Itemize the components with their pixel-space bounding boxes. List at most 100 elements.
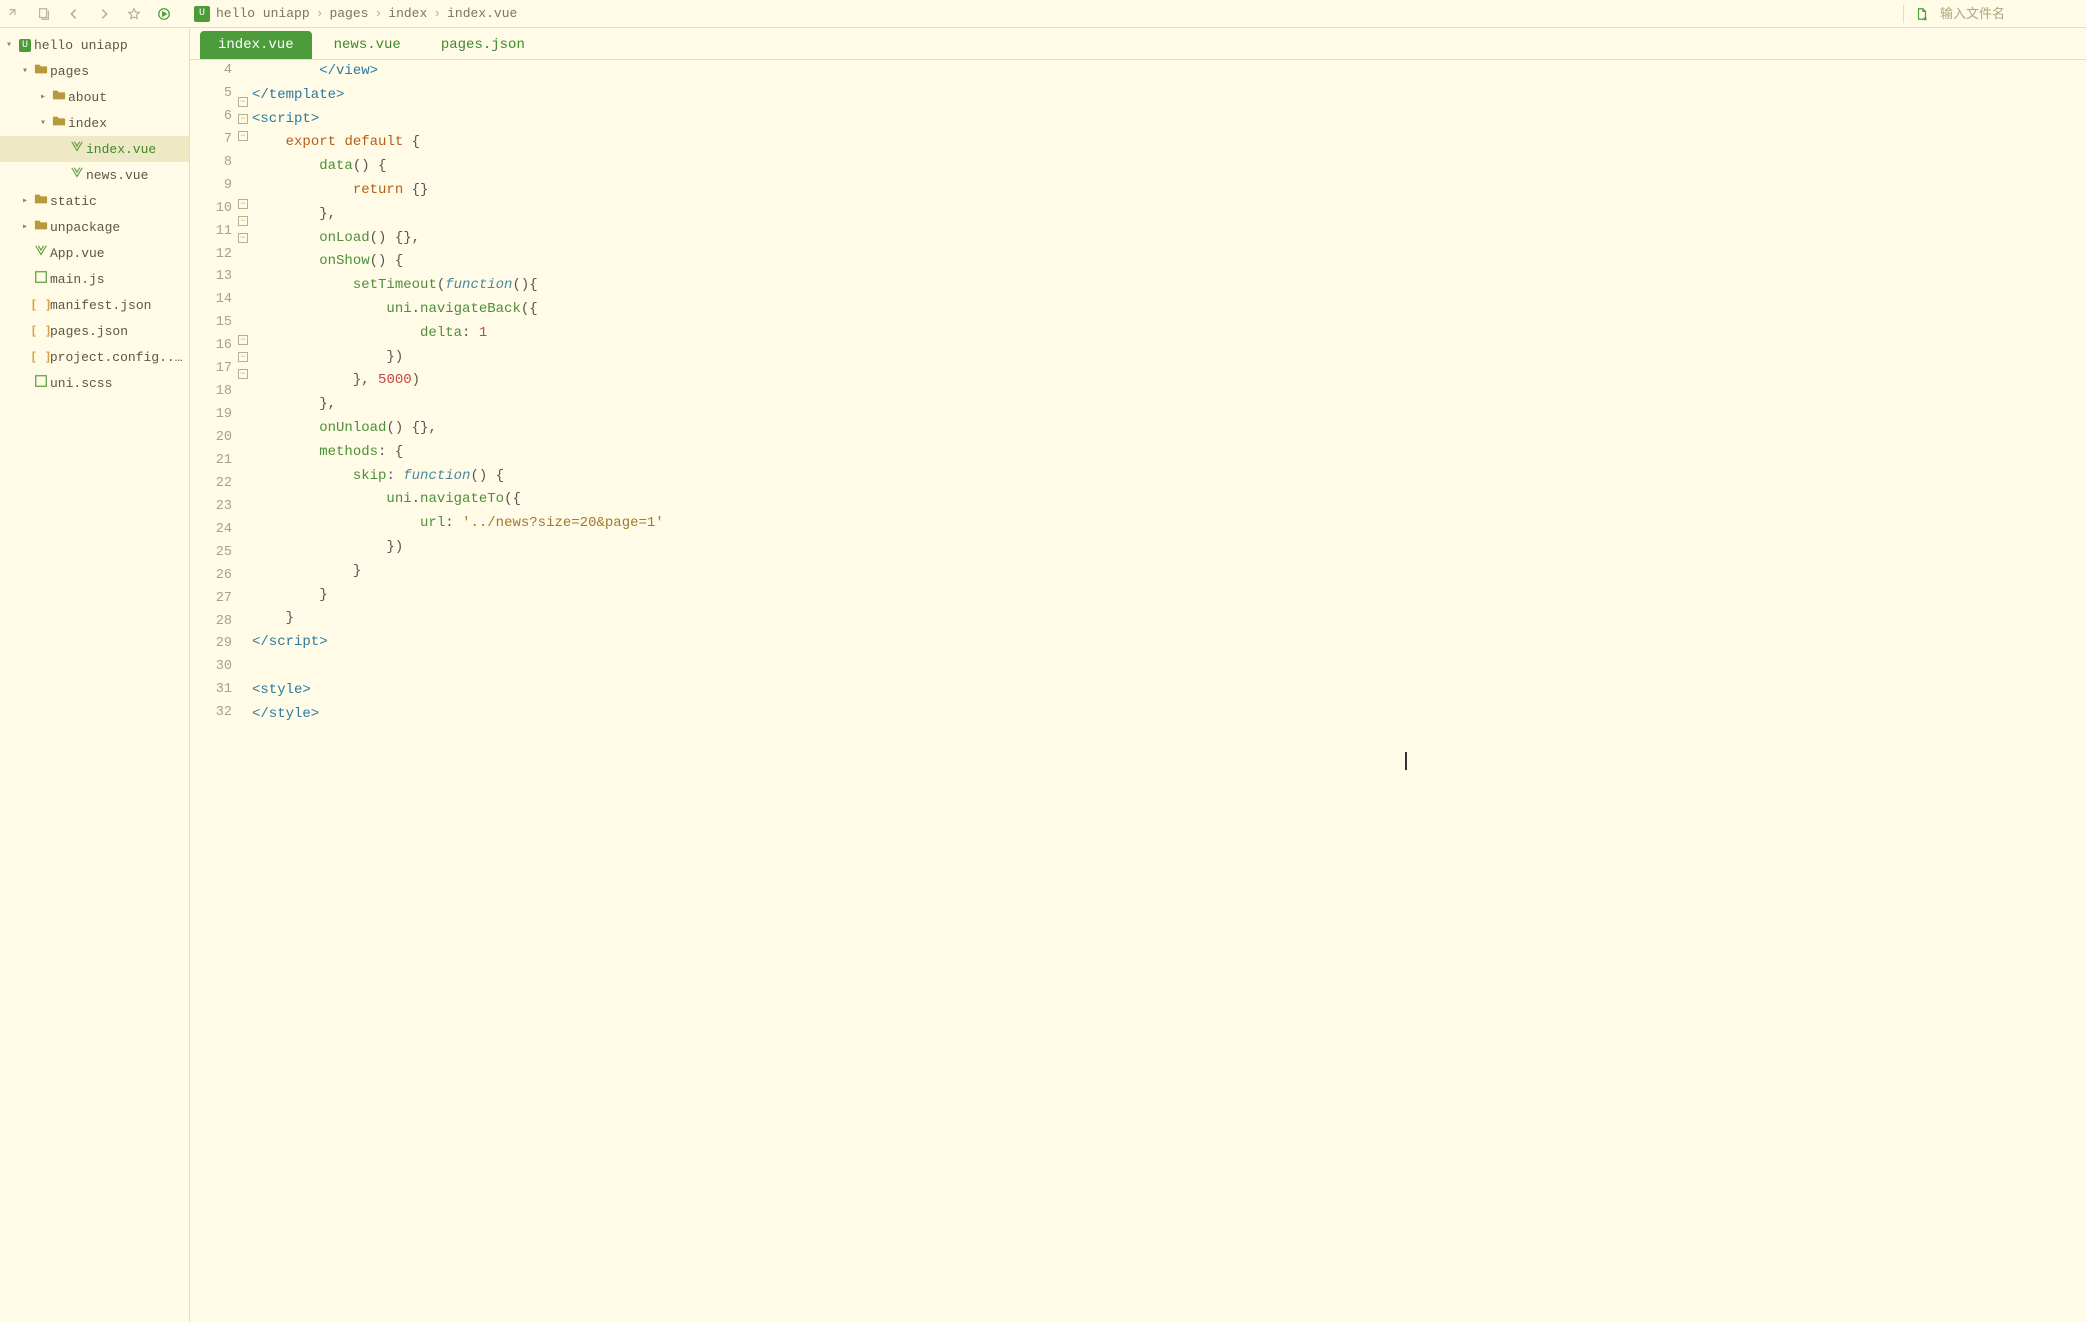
file-type-icon <box>68 140 86 158</box>
fold-toggle <box>238 434 252 451</box>
fold-toggle <box>238 145 252 162</box>
tree-folder[interactable]: ▾Uhello uniapp <box>0 32 189 58</box>
file-type-icon: [ ] <box>32 350 50 364</box>
fold-toggle[interactable]: − <box>238 128 252 145</box>
chevron-right-icon: › <box>433 6 441 21</box>
tree-file[interactable]: [ ]manifest.json <box>0 292 189 318</box>
fold-toggle <box>238 519 252 536</box>
fold-toggle <box>238 298 252 315</box>
fold-toggle <box>238 400 252 417</box>
tree-label: pages.json <box>50 324 128 339</box>
tree-file[interactable]: index.vue <box>0 136 189 162</box>
breadcrumb-item[interactable]: index.vue <box>447 6 517 21</box>
tree-label: project.config.... <box>50 350 189 365</box>
chevron-right-icon: › <box>374 6 382 21</box>
fold-toggle <box>238 179 252 196</box>
breadcrumb-item[interactable]: index <box>388 6 427 21</box>
chevron-icon[interactable]: ▸ <box>18 221 32 233</box>
file-type-icon: [ ] <box>32 324 50 338</box>
fold-toggle <box>238 451 252 468</box>
tree-folder[interactable]: ▾ index <box>0 110 189 136</box>
chevron-icon[interactable]: ▾ <box>36 117 50 129</box>
fold-toggle <box>238 383 252 400</box>
run-icon[interactable] <box>156 6 172 22</box>
fold-toggle <box>238 417 252 434</box>
fold-toggle <box>238 77 252 94</box>
fold-toggle <box>238 315 252 332</box>
tree-label: index <box>68 116 107 131</box>
fold-toggle <box>238 485 252 502</box>
code-content[interactable]: </view></template><script> export defaul… <box>252 60 2086 1322</box>
tree-label: manifest.json <box>50 298 151 313</box>
chevron-right-icon: › <box>316 6 324 21</box>
divider <box>1903 5 1904 23</box>
tree-label: unpackage <box>50 220 120 235</box>
file-type-icon: [ ] <box>32 298 50 312</box>
file-type-icon <box>32 62 50 80</box>
star-icon[interactable] <box>126 6 142 22</box>
file-type-icon <box>32 374 50 392</box>
tree-file[interactable]: main.js <box>0 266 189 292</box>
chevron-icon[interactable]: ▸ <box>18 195 32 207</box>
fold-toggle <box>238 247 252 264</box>
file-type-icon: U <box>16 39 34 52</box>
editor-tab[interactable]: news.vue <box>316 31 419 59</box>
fold-column[interactable]: −−−−−−−−− <box>238 60 252 1322</box>
fold-toggle <box>238 264 252 281</box>
tree-file[interactable]: uni.scss <box>0 370 189 396</box>
tree-folder[interactable]: ▸ static <box>0 188 189 214</box>
breadcrumb-item[interactable]: pages <box>329 6 368 21</box>
file-type-icon <box>68 166 86 184</box>
search-input[interactable] <box>1940 6 2080 21</box>
file-tree[interactable]: ▾Uhello uniapp▾pages▸about▾indexindex.vu… <box>0 28 190 1322</box>
nav-back-icon[interactable] <box>66 6 82 22</box>
fold-toggle[interactable]: − <box>238 111 252 128</box>
file-type-icon <box>32 270 50 288</box>
tree-file[interactable]: [ ]project.config.... <box>0 344 189 370</box>
project-icon: U <box>194 6 210 22</box>
fold-toggle[interactable]: − <box>238 366 252 383</box>
new-file-icon[interactable] <box>36 6 52 22</box>
file-type-icon <box>32 192 50 210</box>
fold-toggle[interactable]: − <box>238 332 252 349</box>
line-gutter: 4567891011121314151617181920212223242526… <box>190 60 238 1322</box>
tree-file[interactable]: [ ]pages.json <box>0 318 189 344</box>
tree-label: pages <box>50 64 89 79</box>
nav-forward-icon[interactable] <box>96 6 112 22</box>
fold-toggle <box>238 536 252 553</box>
fold-toggle <box>238 468 252 485</box>
editor-tab[interactable]: index.vue <box>200 31 312 59</box>
breadcrumb-item[interactable]: hello uniapp <box>216 6 310 21</box>
tree-label: news.vue <box>86 168 148 183</box>
fold-toggle[interactable]: − <box>238 196 252 213</box>
new-file-action-icon[interactable] <box>1914 6 1930 22</box>
pin-icon[interactable] <box>6 6 22 22</box>
fold-toggle <box>238 281 252 298</box>
chevron-icon[interactable]: ▾ <box>18 65 32 77</box>
tree-folder[interactable]: ▸ about <box>0 84 189 110</box>
fold-toggle[interactable]: − <box>238 230 252 247</box>
tree-label: static <box>50 194 97 209</box>
breadcrumb: U hello uniapp › pages › index › index.v… <box>194 6 517 22</box>
tree-label: uni.scss <box>50 376 112 391</box>
file-type-icon <box>32 244 50 262</box>
tree-label: about <box>68 90 107 105</box>
fold-toggle[interactable]: − <box>238 213 252 230</box>
fold-toggle[interactable]: − <box>238 94 252 111</box>
fold-toggle[interactable]: − <box>238 349 252 366</box>
fold-toggle <box>238 502 252 519</box>
code-editor[interactable]: 4567891011121314151617181920212223242526… <box>190 60 2086 1322</box>
toolbar: U hello uniapp › pages › index › index.v… <box>0 0 2086 28</box>
chevron-icon[interactable]: ▾ <box>2 39 16 51</box>
fold-toggle <box>238 162 252 179</box>
tree-label: App.vue <box>50 246 105 261</box>
tree-folder[interactable]: ▸ unpackage <box>0 214 189 240</box>
tree-label: index.vue <box>86 142 156 157</box>
editor-tab[interactable]: pages.json <box>423 31 543 59</box>
file-type-icon <box>32 218 50 236</box>
tree-folder[interactable]: ▾ pages <box>0 58 189 84</box>
tree-file[interactable]: App.vue <box>0 240 189 266</box>
chevron-icon[interactable]: ▸ <box>36 91 50 103</box>
tree-label: main.js <box>50 272 105 287</box>
tree-file[interactable]: news.vue <box>0 162 189 188</box>
